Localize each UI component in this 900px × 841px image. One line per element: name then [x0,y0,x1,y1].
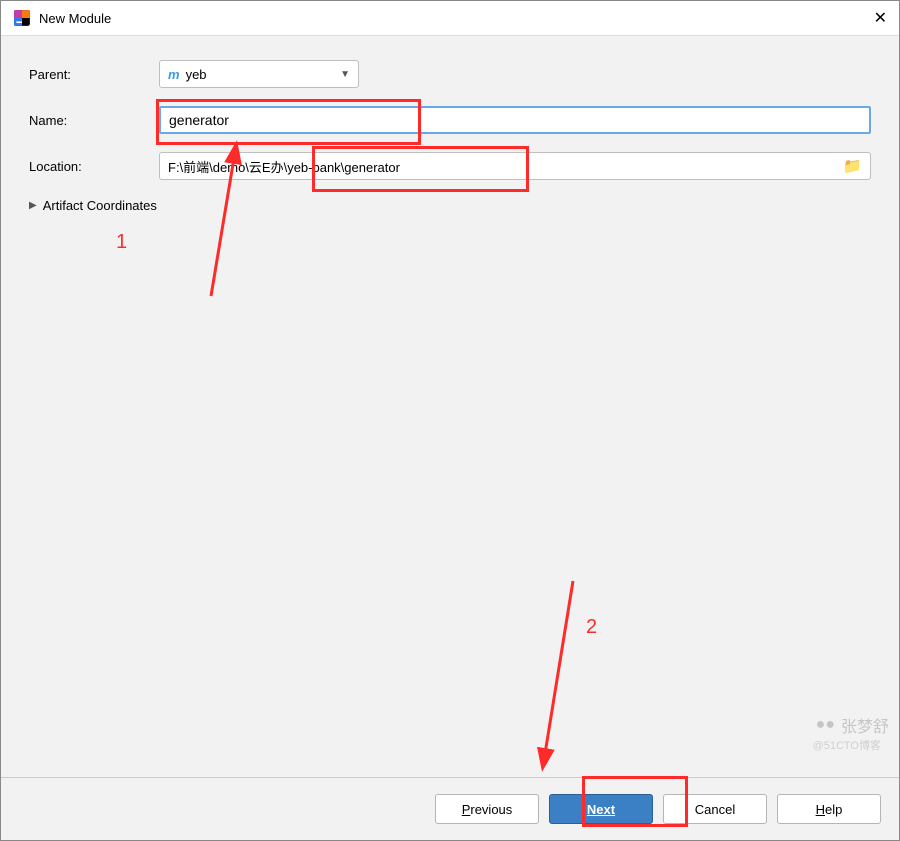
watermark-name: 张梦舒 [841,713,889,737]
intellij-icon [13,9,31,27]
annotation-arrow-1 [1,36,900,836]
titlebar-left: New Module [13,9,111,27]
window-title: New Module [39,11,111,26]
watermark: ●● 张梦舒 [816,713,889,737]
watermark-sub: @51CTO博客 [813,737,881,753]
close-icon[interactable]: ✕ [874,8,887,28]
wechat-icon: ●● [816,716,835,734]
dialog-body: Parent: m yeb ▼ Name: Location: F:\前端\de… [1,36,899,777]
dialog-window: New Module ✕ Parent: m yeb ▼ Name: Locat… [0,0,900,841]
titlebar: New Module ✕ [1,1,899,36]
